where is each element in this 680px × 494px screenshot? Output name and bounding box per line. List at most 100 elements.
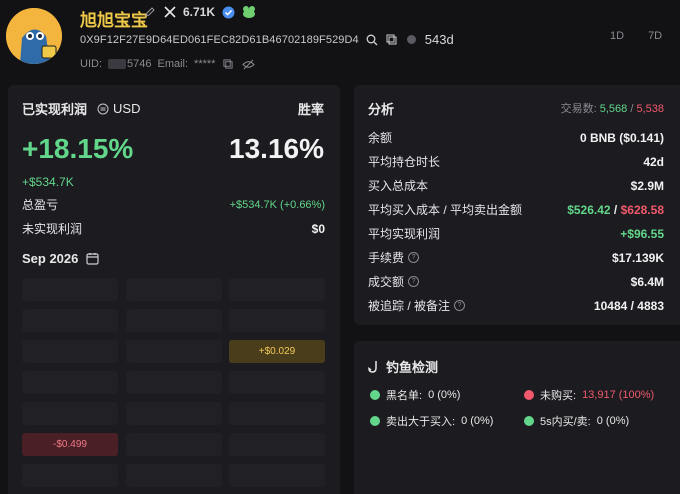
currency-toggle[interactable]: USD: [97, 101, 140, 116]
total-pnl-label: 总盈亏: [22, 198, 59, 212]
calendar-day[interactable]: [229, 371, 325, 394]
profit-panel: 已实现利润 USD 胜率 +18.15% 13.16% +$534.7K 总盈亏…: [8, 85, 340, 494]
email-label: Email:: [157, 58, 189, 70]
avatar: [6, 8, 62, 64]
avg-buy-sell-value: $526.42 / $628.58: [567, 203, 664, 217]
calendar-day[interactable]: [22, 309, 118, 332]
phishing-title: 钓鱼检测: [386, 360, 439, 375]
avg-sep: /: [610, 202, 621, 217]
status-dot-green: [370, 416, 380, 426]
help-icon[interactable]: ?: [408, 276, 420, 287]
calendar-day[interactable]: [126, 464, 222, 487]
not-bought-value: 13,917 (100%): [582, 389, 655, 401]
hide-eye-icon[interactable]: [241, 57, 255, 71]
avg-sell-amount: $628.58: [620, 202, 664, 217]
wallet-age: 543d: [424, 32, 454, 47]
uid-value: 5746: [127, 58, 152, 70]
trade-count-label: 交易数:: [560, 103, 597, 115]
uid-mask: [108, 59, 126, 69]
calendar-day[interactable]: [126, 433, 222, 456]
calendar-day[interactable]: [22, 340, 118, 363]
status-dot-green: [370, 390, 380, 400]
calendar-day-loss[interactable]: -$0.499: [22, 433, 118, 456]
email-value: *****: [194, 58, 216, 70]
calendar-day[interactable]: [22, 402, 118, 425]
realized-profit-pct: +18.15%: [22, 133, 134, 164]
not-bought-label: 未购买:: [540, 390, 577, 402]
total-buy-cost-value: $2.9M: [630, 178, 664, 193]
copy-email-icon[interactable]: [221, 57, 235, 71]
calendar-day[interactable]: [22, 278, 118, 301]
avatar-image: [6, 8, 62, 64]
unrealized-value: $0: [311, 221, 325, 236]
calendar-day[interactable]: [229, 433, 325, 456]
analysis-title: 分析: [368, 102, 395, 117]
balance-value: 0 BNB ($0.141): [579, 130, 664, 145]
calendar-day[interactable]: [229, 309, 325, 332]
wallet-name: 旭旭宝宝: [80, 11, 148, 30]
analysis-panel: 分析 交易数: 5,568 / 5,538 余额 0 BNB ($0.141) …: [354, 85, 680, 325]
calendar-day[interactable]: [126, 402, 222, 425]
calendar-day[interactable]: [126, 309, 222, 332]
calendar-day[interactable]: [126, 340, 222, 363]
clock-icon: [405, 33, 419, 47]
currency-switch-icon: [97, 103, 109, 114]
x-logo-icon[interactable]: [163, 5, 177, 19]
tab-7d[interactable]: 7D: [648, 30, 662, 42]
realized-profit-usd: +$534.7K: [22, 175, 74, 189]
trade-count: 交易数: 5,568 / 5,538: [561, 100, 664, 116]
fees-value: $17.139K: [611, 250, 664, 265]
blacklist-value: 0 (0%): [428, 389, 461, 401]
timeframe-tabs: 1D 7D: [610, 30, 662, 42]
avg-realized-label: 平均实现利润: [368, 227, 441, 241]
fishhook-icon: [368, 360, 380, 373]
trade-count-buy: 5,568: [599, 103, 628, 115]
avg-realized-value: +$96.55: [620, 226, 664, 241]
realized-profit-title: 已实现利润: [22, 102, 88, 117]
avg-buy-cost: $526.42: [567, 202, 611, 217]
calendar-day[interactable]: [229, 464, 325, 487]
sell-gt-buy-label: 卖出大于买入:: [386, 416, 456, 428]
calendar-day[interactable]: [229, 278, 325, 301]
winrate-value: 13.16%: [229, 133, 324, 164]
tracked-label: 被追踪 / 被备注: [368, 299, 451, 313]
wallet-address: 0X9F12F27E9D64ED061FEC82D61B46702189F529…: [80, 33, 359, 46]
fast-trade-label: 5s内买/卖:: [540, 416, 591, 428]
calendar-day[interactable]: [22, 464, 118, 487]
balance-label: 余额: [368, 131, 393, 145]
blacklist-label: 黑名单:: [386, 390, 423, 402]
help-icon[interactable]: ?: [408, 252, 420, 263]
verified-badge-icon: [221, 5, 235, 19]
tracked-value: 10484 / 4883: [593, 298, 664, 313]
avg-buy-sell-label: 平均买入成本 / 平均卖出金额: [368, 203, 523, 217]
edit-icon[interactable]: [143, 5, 157, 19]
avg-hold-value: 42d: [643, 154, 664, 169]
tab-1d[interactable]: 1D: [610, 30, 624, 42]
calendar-day[interactable]: [229, 402, 325, 425]
calendar-day[interactable]: [22, 371, 118, 394]
total-pnl-value: +$534.7K (+0.66%): [229, 198, 325, 211]
frog-tag-icon: [241, 5, 257, 19]
copy-icon[interactable]: [385, 33, 399, 47]
volume-label: 成交额: [368, 275, 405, 289]
total-buy-cost-label: 买入总成本: [368, 179, 429, 193]
status-dot-green: [524, 416, 534, 426]
search-icon[interactable]: [365, 33, 379, 47]
fast-trade-value: 0 (0%): [596, 415, 630, 427]
calendar-day-profit[interactable]: +$0.029: [229, 340, 325, 363]
calendar-day[interactable]: [126, 371, 222, 394]
trade-count-sell: 5,538: [636, 103, 664, 115]
winrate-label: 胜率: [297, 102, 324, 117]
uid-label: UID:: [80, 58, 102, 70]
avg-hold-label: 平均持仓时长: [368, 155, 441, 169]
phishing-panel: 钓鱼检测 黑名单: 0 (0%) 未购买: 13,917 (100%) 卖出大于…: [354, 341, 680, 494]
fees-label: 手续费: [368, 251, 405, 265]
sell-gt-buy-value: 0 (0%): [461, 415, 494, 427]
calendar-day[interactable]: [126, 278, 222, 301]
volume-value: $6.4M: [630, 274, 664, 289]
calendar-month: Sep 2026: [22, 251, 79, 266]
calendar-icon[interactable]: [86, 252, 99, 265]
help-icon[interactable]: ?: [454, 300, 466, 311]
unrealized-label: 未实现利润: [22, 222, 83, 236]
status-dot-red: [524, 390, 534, 400]
